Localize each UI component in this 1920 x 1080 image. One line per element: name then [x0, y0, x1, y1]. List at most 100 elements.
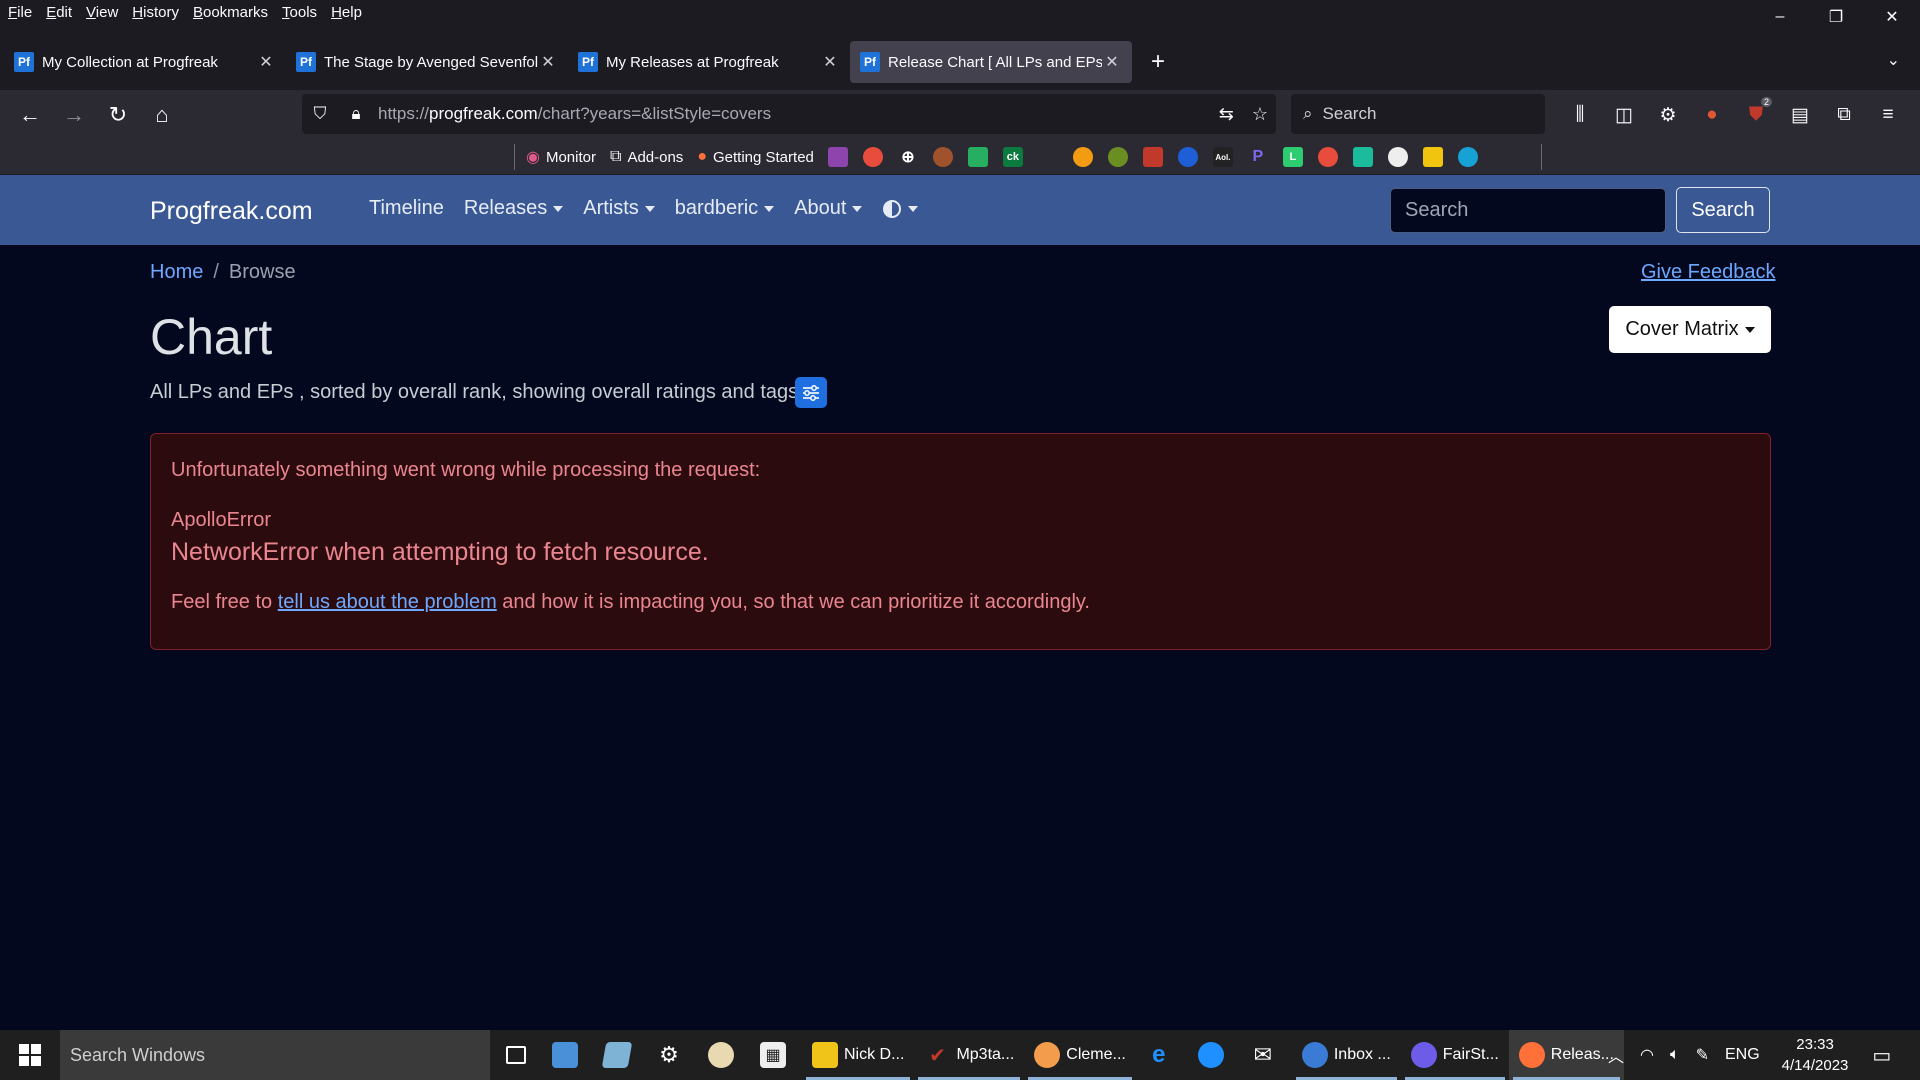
bookmark-icon[interactable]	[1387, 147, 1408, 167]
menu-edit[interactable]: Edit	[46, 4, 72, 21]
theme-toggle-dropdown[interactable]	[882, 197, 919, 220]
bookmark-icon[interactable]	[862, 147, 883, 167]
globe-icon[interactable]: ⊕	[898, 147, 918, 167]
notifications-icon[interactable]: ▭	[1872, 1043, 1891, 1068]
bookmark-icon[interactable]	[1422, 147, 1443, 167]
windows-start-button[interactable]	[0, 1030, 60, 1080]
restore-button[interactable]: ❐	[1808, 0, 1864, 34]
taskbar-fairstars[interactable]: FairSt...	[1401, 1030, 1509, 1080]
caret-down-icon	[908, 205, 919, 212]
taskbar-safari[interactable]	[1188, 1030, 1240, 1080]
taskbar-apps: ⚙ ▦ Nick D... ✔ Mp3ta... Cleme... e ✉ Inb…	[496, 1030, 1624, 1080]
bookmark-icon[interactable]	[932, 147, 953, 167]
browser-search-input[interactable]: ⌕ Search	[1291, 94, 1545, 134]
home-icon[interactable]: ⌂	[140, 95, 184, 135]
nav-about-dropdown[interactable]: About	[794, 197, 863, 220]
sidebar-icon[interactable]: ◫	[1602, 95, 1646, 135]
ck-bookmark-icon[interactable]: ck	[1002, 147, 1023, 167]
hamburger-menu-icon[interactable]: ≡	[1866, 95, 1910, 135]
taskbar-clementine[interactable]: Cleme...	[1024, 1030, 1136, 1080]
filter-settings-button[interactable]	[795, 377, 827, 408]
site-brand[interactable]: Progfreak.com	[150, 197, 313, 226]
tab-close-icon[interactable]: ✕	[820, 52, 840, 72]
view-style-dropdown[interactable]: Cover Matrix	[1609, 306, 1771, 353]
tab-release-chart[interactable]: Pf Release Chart [ All LPs and EPs ] ✕	[850, 41, 1132, 83]
bookmark-monitor[interactable]: ◉ Monitor	[526, 147, 596, 167]
breadcrumb-home-link[interactable]: Home	[150, 261, 203, 284]
site-search-button[interactable]: Search	[1676, 187, 1770, 233]
tab-close-icon[interactable]: ✕	[256, 52, 276, 72]
aol-icon[interactable]: Aol.	[1212, 147, 1233, 167]
taskbar-calculator[interactable]: ▦	[750, 1030, 802, 1080]
new-tab-button[interactable]: +	[1138, 42, 1178, 82]
taskbar-settings[interactable]: ⚙	[646, 1030, 698, 1080]
give-feedback-link[interactable]: Give Feedback	[1641, 261, 1776, 284]
url-bar[interactable]: ⛉ 🔒︎ https://progfreak.com/chart?years=&…	[302, 94, 1276, 134]
library-icon[interactable]: ⫼	[1558, 95, 1602, 135]
p-bookmark-icon[interactable]: P	[1248, 147, 1268, 167]
menu-bookmarks[interactable]: Bookmarks	[193, 4, 268, 21]
bookmark-icon[interactable]	[1107, 147, 1128, 167]
play-icon[interactable]	[1072, 147, 1093, 167]
tab-my-collection[interactable]: Pf My Collection at Progfreak ✕	[4, 41, 286, 83]
minimize-button[interactable]: –	[1752, 0, 1808, 34]
forward-arrow-icon[interactable]: →	[52, 95, 96, 135]
report-problem-link[interactable]: tell us about the problem	[278, 591, 497, 613]
menu-view[interactable]: View	[86, 4, 118, 21]
nav-releases-dropdown[interactable]: Releases	[464, 197, 564, 220]
windows-search-input[interactable]: Search Windows	[60, 1030, 490, 1080]
bookmark-icon[interactable]	[967, 147, 988, 167]
extension-icon[interactable]: ▤	[1778, 95, 1822, 135]
tab-the-stage[interactable]: Pf The Stage by Avenged Sevenfold ✕	[286, 41, 568, 83]
task-view-button[interactable]	[496, 1030, 542, 1080]
bookmark-icon[interactable]	[1142, 147, 1163, 167]
url-text[interactable]: https://progfreak.com/chart?years=&listS…	[378, 104, 771, 124]
menu-history[interactable]: History	[132, 4, 179, 21]
tracking-shield-icon[interactable]: ⛉	[302, 104, 338, 124]
settings-gear-icon[interactable]: ⚙	[1646, 95, 1690, 135]
tab-my-releases[interactable]: Pf My Releases at Progfreak ✕	[568, 41, 850, 83]
bookmark-icon[interactable]	[1457, 147, 1478, 167]
taskbar-mp3tag[interactable]: ✔ Mp3ta...	[914, 1030, 1024, 1080]
bookmark-getting-started[interactable]: ● Getting Started	[697, 148, 814, 166]
clock[interactable]: 23:33 4/14/2023	[1782, 1034, 1849, 1076]
bookmark-star-icon[interactable]: ☆	[1252, 104, 1268, 125]
duckduckgo-icon[interactable]: ●	[1690, 95, 1734, 135]
menu-help[interactable]: Help	[331, 4, 362, 21]
taskbar-control-panel[interactable]	[542, 1030, 594, 1080]
back-arrow-icon[interactable]: ←	[8, 95, 52, 135]
pen-icon[interactable]: ✎	[1696, 1045, 1709, 1065]
site-search-input[interactable]: Search	[1390, 188, 1666, 233]
menu-file[interactable]: File	[8, 4, 32, 21]
bookmark-icon[interactable]	[1177, 147, 1198, 167]
extensions-puzzle-icon[interactable]: ⧉	[1822, 95, 1866, 135]
l-bookmark-icon[interactable]: L	[1282, 147, 1303, 167]
taskbar-file-explorer[interactable]: Nick D...	[802, 1030, 914, 1080]
nav-artists-dropdown[interactable]: Artists	[583, 197, 655, 220]
nav-user-dropdown[interactable]: bardberic	[675, 197, 775, 220]
taskbar-mail[interactable]: ✉	[1240, 1030, 1292, 1080]
tab-close-icon[interactable]: ✕	[538, 52, 558, 72]
bookmark-icon[interactable]	[827, 147, 848, 167]
wifi-icon[interactable]: ◠	[1640, 1045, 1654, 1065]
bookmark-icon[interactable]	[1317, 147, 1338, 167]
taskbar-edge[interactable]: e	[1136, 1030, 1188, 1080]
tab-close-icon[interactable]: ✕	[1102, 52, 1122, 72]
list-all-tabs-chevron-icon[interactable]: ⌄	[1887, 50, 1900, 70]
ublock-icon[interactable]: ⛊ 2	[1734, 95, 1778, 135]
reload-icon[interactable]: ↻	[96, 95, 140, 135]
nav-timeline[interactable]: Timeline	[369, 197, 444, 220]
lock-icon[interactable]: 🔒︎	[338, 104, 374, 124]
volume-icon[interactable]: 🔈︎	[1670, 1046, 1680, 1064]
language-indicator[interactable]: ENG	[1725, 1046, 1760, 1064]
translate-icon[interactable]: ⇆	[1219, 104, 1234, 125]
bookmark-add-ons[interactable]: ⧉ Add-ons	[610, 148, 683, 166]
taskbar-notepad[interactable]	[594, 1030, 646, 1080]
close-window-button[interactable]: ✕	[1864, 0, 1920, 34]
bookmark-icon[interactable]	[1037, 147, 1058, 167]
show-hidden-icons-chevron-icon[interactable]: ︿	[1608, 1043, 1624, 1067]
menu-tools[interactable]: Tools	[282, 4, 317, 21]
taskbar-paint[interactable]	[698, 1030, 750, 1080]
taskbar-thunderbird[interactable]: Inbox ...	[1292, 1030, 1401, 1080]
bookmark-icon[interactable]	[1352, 147, 1373, 167]
